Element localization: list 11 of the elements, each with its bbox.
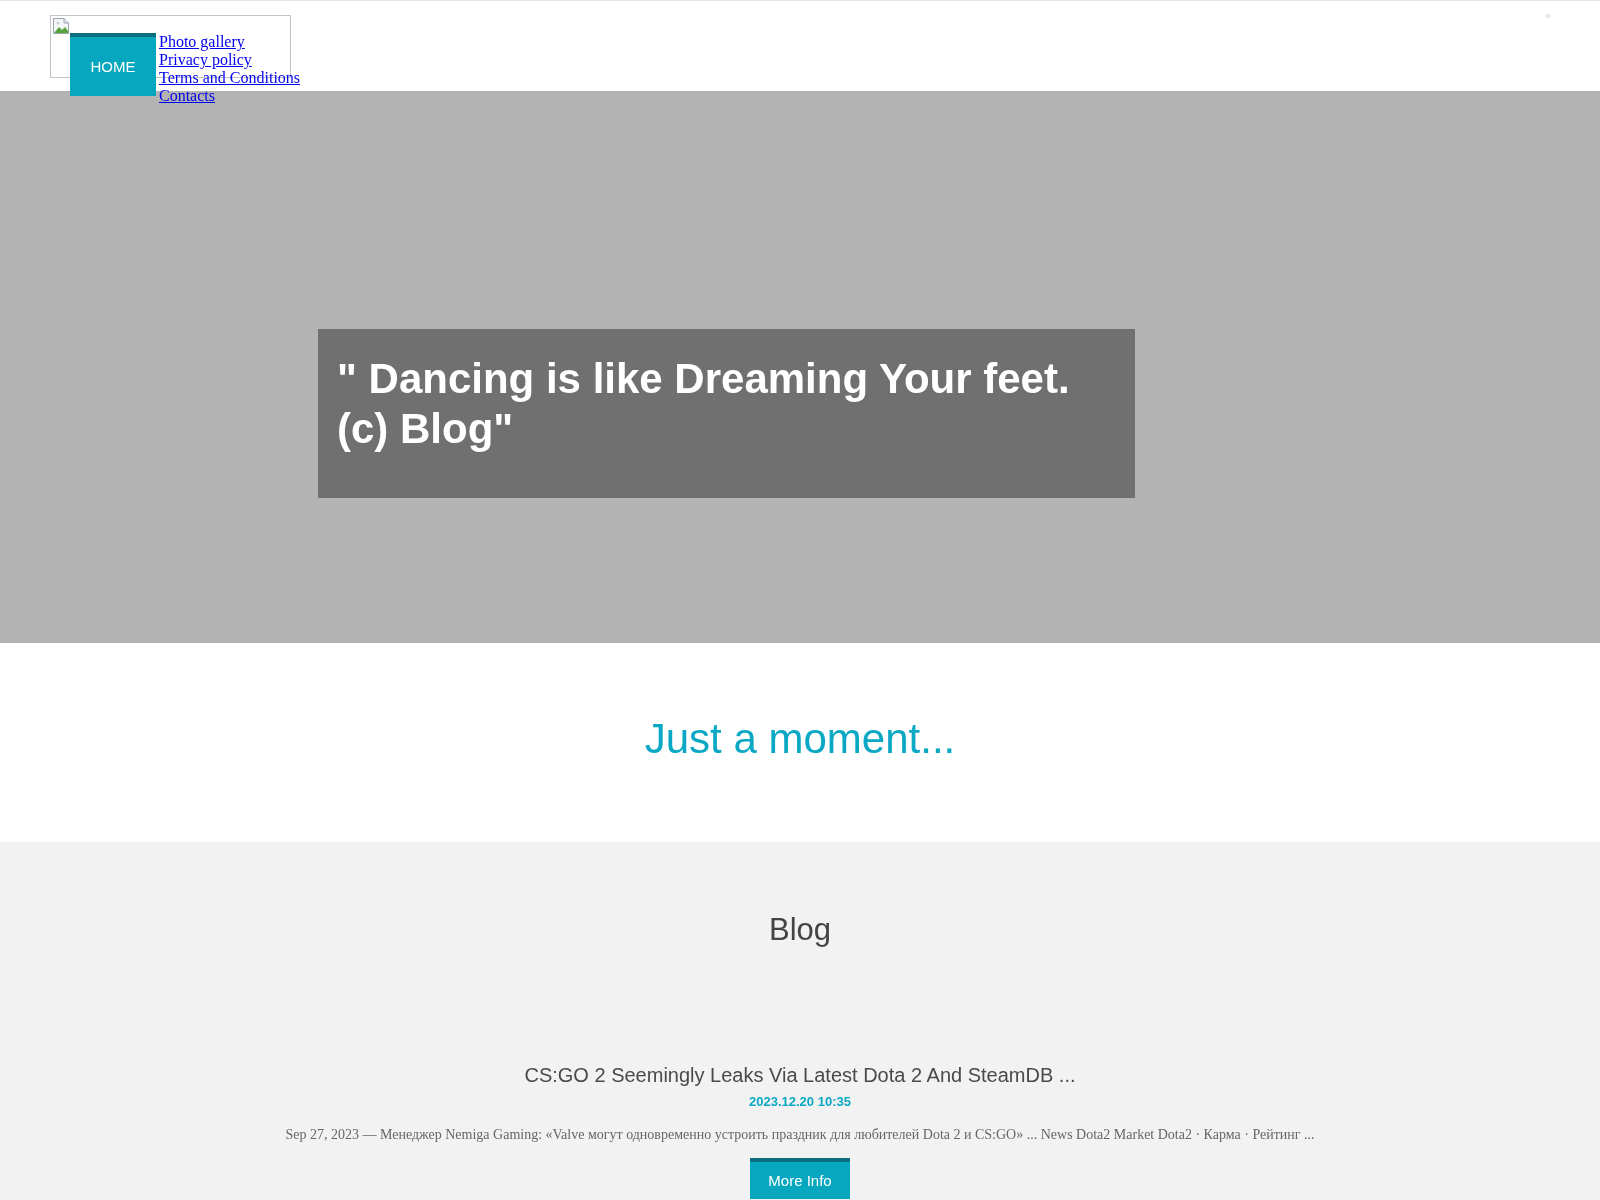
nav-link[interactable]: Privacy policy [159,51,252,69]
nav-link[interactable]: Terms and Conditions [159,69,301,87]
notice-heading: Just a moment... [644,714,956,764]
broken-image-icon [53,18,69,34]
post-summary: Sep 27, 2023 — Менеджер Nemiga Gaming: «Valve могут одновременно устроить праздник для любителей Dota 2 и CS:GO» ... News Dota2 Market Dota2 · Карма · Рейтинг ... [285,1126,1315,1144]
quote-text: " Dancing is like Dreaming Your feet. (c) Blog" [337,354,1071,454]
nav-link[interactable]: Contacts [159,87,215,105]
blog-heading: Blog [768,912,831,948]
post-title: CS:GO 2 Seemingly Leaks Via Latest Dota 2 And SteamDB ... [524,1063,1076,1088]
post-date: 2023.12.20 10:35 [749,1093,851,1111]
nav-link[interactable]: Photo gallery [159,33,245,51]
